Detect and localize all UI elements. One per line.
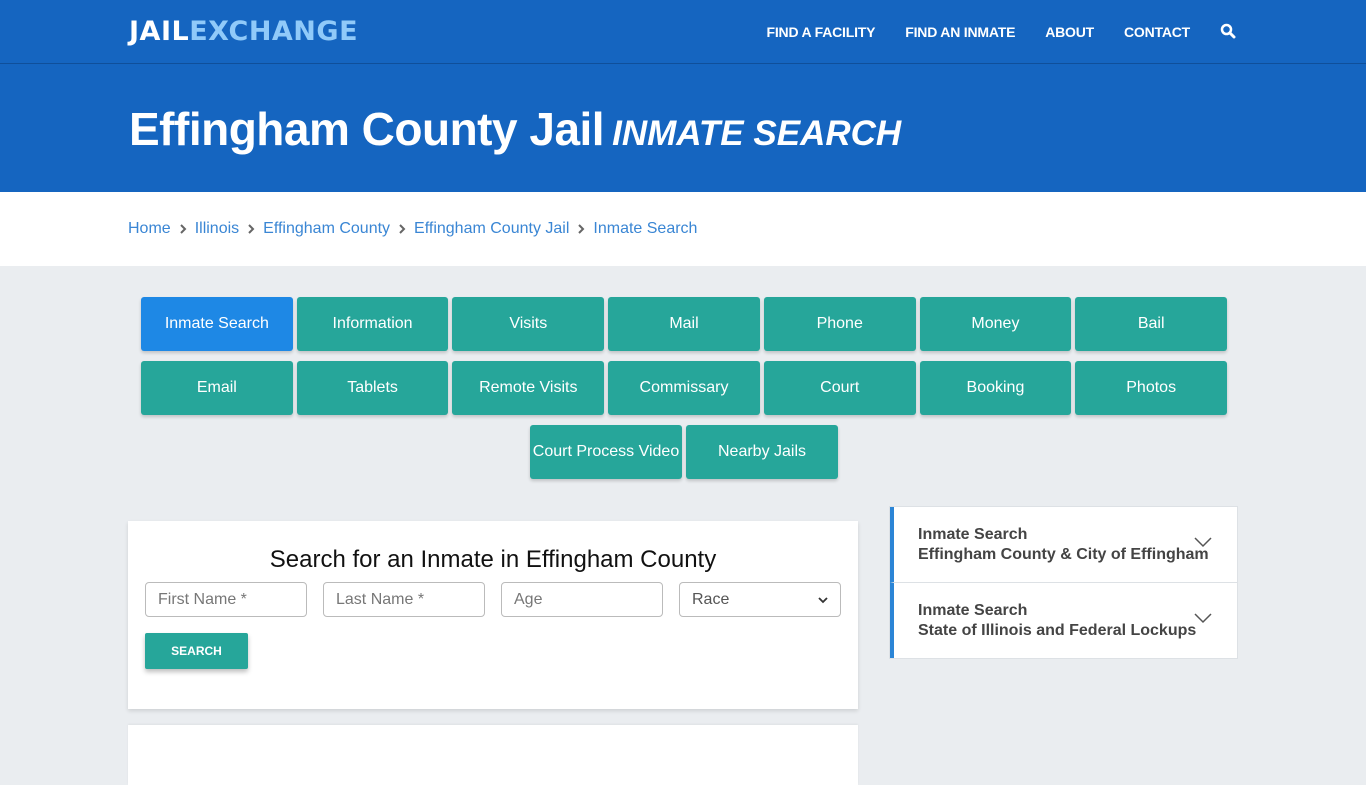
tab-booking[interactable]: Booking: [919, 361, 1072, 415]
breadcrumb-home[interactable]: Home: [128, 220, 171, 238]
breadcrumb: Home Illinois Effingham County Effingham…: [0, 192, 1366, 266]
accordion-item-title: Inmate Search: [918, 526, 1028, 543]
chevron-down-icon: [1193, 535, 1213, 549]
nav-find-inmate[interactable]: FIND AN INMATE: [905, 24, 1015, 40]
tab-information[interactable]: Information: [296, 297, 449, 351]
age-input[interactable]: [501, 582, 663, 617]
race-select[interactable]: Race: [679, 582, 841, 617]
accordion-item-state[interactable]: Inmate Search State of Illinois and Fede…: [890, 582, 1237, 658]
tab-phone[interactable]: Phone: [763, 297, 916, 351]
first-name-input[interactable]: [145, 582, 307, 617]
breadcrumb-inmate-search[interactable]: Inmate Search: [593, 220, 697, 238]
search-icon[interactable]: [1220, 23, 1238, 41]
chevron-down-icon: [1193, 611, 1213, 625]
chevron-right-icon: [171, 221, 195, 237]
page-title-subtitle: INMATE SEARCH: [612, 114, 902, 153]
tab-inmate-search[interactable]: Inmate Search: [140, 297, 293, 351]
logo-jail: JAIL: [129, 16, 190, 47]
search-fields: Race: [145, 582, 841, 617]
nav-contact[interactable]: CONTACT: [1124, 24, 1190, 40]
tab-court[interactable]: Court: [763, 361, 916, 415]
tab-commissary[interactable]: Commissary: [608, 361, 760, 415]
site-logo[interactable]: JAILEXCHANGE: [129, 16, 358, 47]
tab-bail[interactable]: Bail: [1075, 297, 1228, 351]
search-submit-button[interactable]: SEARCH: [145, 633, 248, 669]
breadcrumb-county[interactable]: Effingham County: [263, 220, 390, 238]
tab-row-3: Court Process Video Nearby Jails: [139, 425, 1229, 479]
inmate-search-accordion: Inmate Search Effingham County & City of…: [889, 506, 1238, 659]
hero-banner: Effingham County Jail INMATE SEARCH: [0, 64, 1366, 192]
tab-court-process-video[interactable]: Court Process Video: [530, 425, 682, 479]
chevron-right-icon: [239, 221, 263, 237]
accordion-item-title: Inmate Search: [918, 602, 1028, 619]
content-card: [128, 725, 858, 785]
tab-mail[interactable]: Mail: [608, 297, 760, 351]
accordion-item-subtitle: Effingham County & City of Effingham: [918, 546, 1209, 563]
chevron-down-icon: [818, 591, 828, 609]
tab-tablets[interactable]: Tablets: [296, 361, 449, 415]
chevron-right-icon: [569, 221, 593, 237]
accordion-item-county[interactable]: Inmate Search Effingham County & City of…: [890, 507, 1237, 582]
breadcrumb-jail[interactable]: Effingham County Jail: [414, 220, 569, 238]
tab-row-2: Email Tablets Remote Visits Commissary C…: [139, 361, 1229, 415]
tab-visits[interactable]: Visits: [452, 297, 605, 351]
tab-row-1: Inmate Search Information Visits Mail Ph…: [139, 297, 1229, 351]
last-name-input[interactable]: [323, 582, 485, 617]
chevron-right-icon: [390, 221, 414, 237]
race-select-value: Race: [692, 590, 730, 608]
nav-find-facility[interactable]: FIND A FACILITY: [767, 24, 876, 40]
main-nav: FIND A FACILITY FIND AN INMATE ABOUT CON…: [737, 0, 1238, 64]
tab-remote-visits[interactable]: Remote Visits: [452, 361, 605, 415]
tab-money[interactable]: Money: [919, 297, 1072, 351]
section-tabs: Inmate Search Information Visits Mail Ph…: [139, 297, 1229, 489]
tab-photos[interactable]: Photos: [1075, 361, 1228, 415]
page-title: Effingham County Jail INMATE SEARCH: [129, 102, 901, 156]
logo-exchange: EXCHANGE: [189, 16, 359, 47]
breadcrumb-illinois[interactable]: Illinois: [195, 220, 239, 238]
page-title-main: Effingham County Jail: [129, 103, 605, 155]
accordion-item-subtitle: State of Illinois and Federal Lockups: [918, 622, 1197, 639]
inmate-search-card: Search for an Inmate in Effingham County…: [128, 521, 858, 709]
tab-email[interactable]: Email: [140, 361, 293, 415]
tab-nearby-jails[interactable]: Nearby Jails: [686, 425, 838, 479]
nav-about[interactable]: ABOUT: [1045, 24, 1094, 40]
top-navbar: JAILEXCHANGE FIND A FACILITY FIND AN INM…: [0, 0, 1366, 64]
search-heading: Search for an Inmate in Effingham County: [269, 546, 717, 573]
